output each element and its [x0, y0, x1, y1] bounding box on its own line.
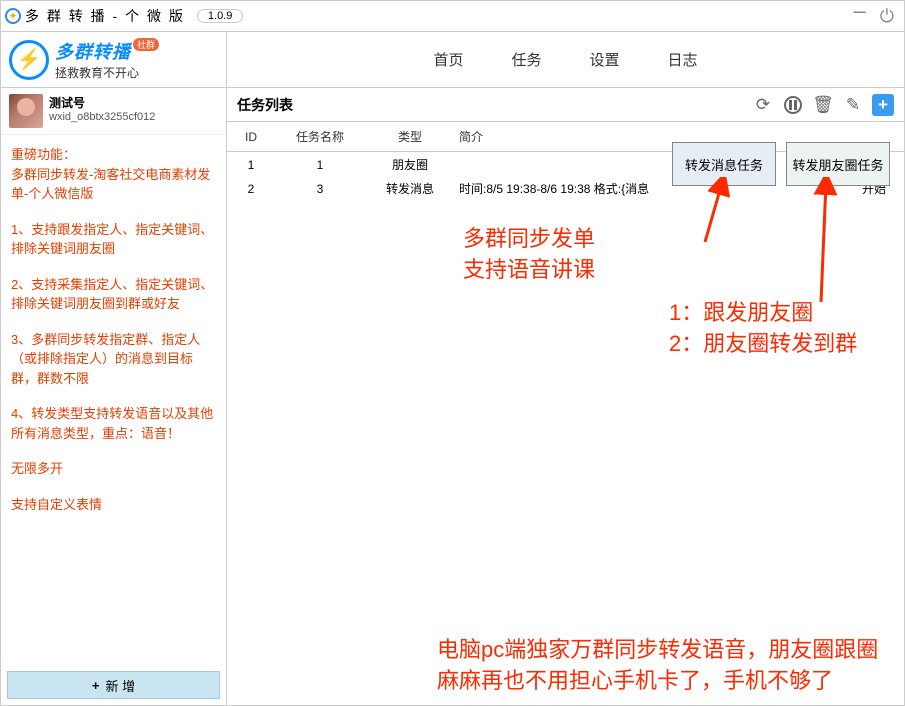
- title-bar: ✦ 多 群 转 播 - 个 微 版 1.0.9 – ⏻: [0, 0, 905, 32]
- app-version: 1.0.9: [197, 9, 243, 23]
- sidebar: ⚡ 多群转播社群 拯救教育不开心 测试号 wxid_o8btx3255cf012…: [1, 32, 227, 705]
- power-icon[interactable]: ⏻: [880, 6, 894, 27]
- annotation-text-1: 多群同步发单 支持语音讲课: [463, 224, 595, 286]
- annotation-text-3: 电脑pc端独家万群同步转发语音，朋友圈跟圈麻麻再也不用担心手机卡了，手机不够了: [437, 635, 894, 697]
- brand-subtitle: 拯救教育不开心: [55, 64, 159, 81]
- col-id: ID: [227, 130, 275, 144]
- brand-badge: 社群: [133, 38, 159, 51]
- minimize-icon[interactable]: –: [854, 6, 866, 27]
- app-logo-icon: ✦: [5, 8, 21, 24]
- app-title: 多 群 转 播 - 个 微 版: [25, 6, 185, 26]
- annotation-text-2: 1：跟发朋友圈 2：朋友圈转发到群: [669, 298, 857, 360]
- add-task-icon[interactable]: +: [872, 94, 894, 116]
- edit-icon[interactable]: ✎: [842, 94, 864, 116]
- nav-setting[interactable]: 设置: [590, 49, 620, 70]
- user-id: wxid_o8btx3255cf012: [49, 111, 155, 123]
- brand-name: 多群转播: [55, 42, 131, 62]
- user-row[interactable]: 测试号 wxid_o8btx3255cf012: [1, 88, 226, 135]
- top-nav: 首页 任务 设置 日志: [227, 32, 904, 88]
- content-area: 首页 任务 设置 日志 任务列表 ⟳ 🗑 ✎ + ID 任务名称 类型 简介: [227, 32, 904, 705]
- plus-icon: +: [92, 678, 100, 693]
- tasklist-header: 任务列表 ⟳ 🗑 ✎ +: [227, 88, 904, 122]
- brand-bolt-icon: ⚡: [9, 40, 49, 80]
- add-button-label: 新 增: [105, 676, 135, 695]
- add-button[interactable]: + 新 增: [7, 671, 220, 699]
- nav-log[interactable]: 日志: [668, 49, 698, 70]
- avatar: [9, 94, 43, 128]
- forward-message-task-button[interactable]: 转发消息任务: [672, 142, 776, 186]
- tasklist-title: 任务列表: [237, 95, 293, 115]
- refresh-icon[interactable]: ⟳: [752, 94, 774, 116]
- forward-moments-task-button[interactable]: 转发朋友圈任务: [786, 142, 890, 186]
- nav-home[interactable]: 首页: [433, 49, 463, 70]
- col-name: 任务名称: [275, 128, 365, 145]
- trash-icon[interactable]: 🗑: [812, 94, 834, 116]
- task-type-popup: 转发消息任务 转发朋友圈任务: [672, 142, 890, 186]
- user-name: 测试号: [49, 94, 155, 111]
- col-type: 类型: [365, 128, 455, 145]
- pause-icon[interactable]: [782, 94, 804, 116]
- features-text: 重磅功能： 多群同步转发-淘客社交电商素材发单-个人微信版 1、支持跟发指定人、…: [1, 135, 226, 665]
- brand-block: ⚡ 多群转播社群 拯救教育不开心: [1, 32, 226, 88]
- nav-task[interactable]: 任务: [511, 49, 541, 70]
